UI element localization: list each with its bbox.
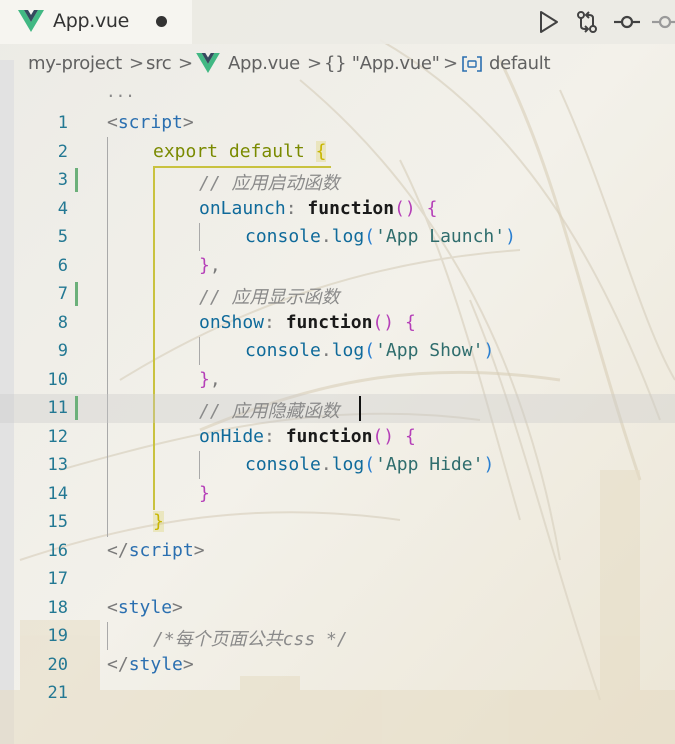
line-number: 14 [47, 483, 68, 504]
run-icon[interactable] [535, 9, 561, 35]
breadcrumb-file[interactable]: App.vue [228, 53, 300, 74]
vue-logo-icon [196, 53, 220, 73]
line-number: 12 [47, 426, 68, 447]
line-number: 5 [57, 227, 68, 247]
line-content: console.log('App Hide') [245, 454, 495, 475]
breadcrumb-separator: > [129, 53, 145, 74]
code-line[interactable]: 8 onShow: function() { [0, 309, 675, 338]
breadcrumb-separator: > [443, 53, 459, 74]
breadcrumb-folder[interactable]: src [146, 53, 172, 74]
line-number: 16 [47, 540, 68, 561]
code-line[interactable]: 6 }, [0, 252, 675, 281]
tab-app-vue[interactable]: App.vue [0, 0, 192, 44]
breadcrumb-separator: > [178, 53, 194, 74]
line-content: console.log('App Show') [245, 340, 495, 361]
line-number: 21 [47, 683, 68, 703]
git-commit-icon[interactable] [614, 9, 640, 35]
code-line[interactable]: 10 }, [0, 366, 675, 395]
line-number: 10 [47, 369, 68, 390]
line-number: 19 [47, 626, 68, 646]
line-number: 20 [47, 654, 68, 675]
code-line[interactable]: 4 onLaunch: function() { [0, 195, 675, 224]
line-number: 15 [47, 512, 68, 532]
line-content: export default { [153, 140, 327, 162]
code-line[interactable]: 13 console.log('App Hide') [0, 451, 675, 480]
line-number: 17 [47, 569, 68, 589]
line-number: 3 [57, 170, 68, 190]
line-content: onLaunch: function() { [199, 197, 438, 219]
modified-line-indicator[interactable] [75, 282, 78, 306]
line-content: </script> [107, 539, 205, 561]
breadcrumb-separator: > [307, 53, 323, 74]
code-line[interactable]: 21 [0, 679, 675, 708]
line-number: 7 [57, 284, 68, 304]
line-number: 6 [57, 255, 68, 276]
line-number: 13 [47, 455, 68, 475]
code-line[interactable]: 3 // 应用启动函数 [0, 166, 675, 195]
code-line-current[interactable]: 11 // 应用隐藏函数 [0, 394, 675, 423]
code-editor[interactable]: 1 <script> 2 export default { 3 // 应用启动函… [0, 109, 675, 709]
unsaved-indicator-icon[interactable] [156, 16, 167, 27]
tab-title: App.vue [53, 10, 130, 32]
code-line[interactable]: 15 } [0, 508, 675, 537]
line-content: } [199, 482, 210, 504]
symbol-namespace-icon [462, 56, 482, 72]
code-line[interactable]: 17 [0, 565, 675, 594]
line-number: 4 [57, 198, 68, 219]
tab-bar: App.vue [0, 0, 675, 44]
breadcrumb-project[interactable]: my-project [28, 53, 122, 74]
line-content: /*每个页面公共css */ [153, 629, 348, 650]
line-number: 1 [57, 113, 68, 133]
breadcrumb: my-project > src > App.vue > {} "App.vue… [0, 44, 675, 84]
line-content: // 应用隐藏函数 [199, 401, 340, 422]
line-number: 18 [47, 597, 68, 618]
code-line[interactable]: 7 // 应用显示函数 [0, 280, 675, 309]
code-line[interactable]: 18 <style> [0, 594, 675, 623]
code-line[interactable]: 20 </style> [0, 651, 675, 680]
line-content: <script> [107, 112, 194, 133]
line-content: </style> [107, 653, 194, 675]
modified-line-indicator[interactable] [75, 396, 78, 420]
line-content: } [153, 511, 164, 532]
line-content: // 应用启动函数 [199, 173, 340, 194]
code-line[interactable]: 1 <script> [0, 109, 675, 138]
code-line[interactable]: 12 onHide: function() { [0, 423, 675, 452]
code-line[interactable]: 19 /*每个页面公共css */ [0, 622, 675, 651]
line-content: // 应用显示函数 [199, 287, 340, 308]
git-commit-icon[interactable] [652, 9, 675, 35]
code-line[interactable]: 5 console.log('App Launch') [0, 223, 675, 252]
line-content: console.log('App Launch') [245, 226, 516, 247]
vue-logo-icon [18, 10, 44, 32]
compare-changes-icon[interactable] [574, 9, 600, 35]
breadcrumb-object[interactable]: {} "App.vue" [324, 53, 440, 74]
line-number: 2 [57, 141, 68, 162]
line-number: 8 [57, 312, 68, 333]
line-content: <style> [107, 596, 183, 618]
code-line[interactable]: 2 export default { [0, 138, 675, 167]
modified-line-indicator[interactable] [75, 168, 78, 192]
text-cursor [359, 396, 361, 421]
code-line[interactable]: 14 } [0, 480, 675, 509]
line-content: onShow: function() { [199, 311, 416, 333]
line-content: }, [199, 254, 221, 276]
sticky-scroll-overflow: ... [106, 82, 135, 101]
line-number: 11 [47, 398, 68, 418]
code-line[interactable]: 9 console.log('App Show') [0, 337, 675, 366]
line-number: 9 [57, 341, 68, 361]
line-content: }, [199, 368, 221, 390]
code-line[interactable]: 16 </script> [0, 537, 675, 566]
breadcrumb-symbol[interactable]: default [489, 53, 551, 74]
line-content: onHide: function() { [199, 425, 416, 447]
